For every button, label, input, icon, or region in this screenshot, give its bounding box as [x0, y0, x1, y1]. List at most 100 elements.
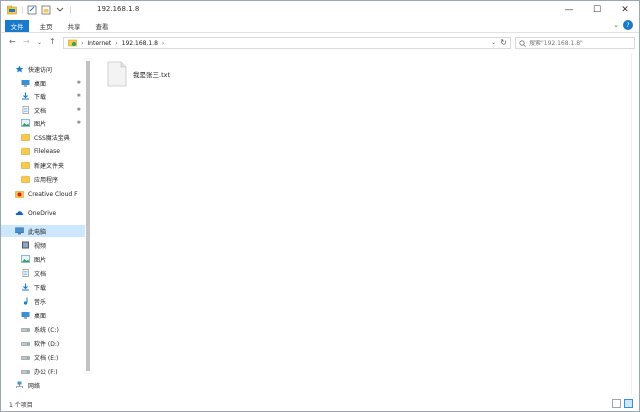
search-input[interactable] — [529, 39, 629, 47]
forward-button[interactable]: → — [23, 37, 30, 46]
sidebar-item-label: 应用程序 — [34, 176, 59, 184]
large-icons-view-button[interactable] — [624, 399, 633, 408]
sidebar-item-label: 快速访问 — [28, 66, 53, 74]
pin-icon: ✱ — [76, 80, 81, 86]
network-icon — [16, 381, 23, 388]
folder-icon — [21, 161, 30, 169]
refresh-icon[interactable]: ↻ — [500, 38, 507, 47]
content-scrollbar[interactable] — [631, 53, 639, 395]
tab-home[interactable]: 主页 — [35, 20, 57, 32]
pin-icon: ✱ — [76, 93, 81, 99]
maximize-button[interactable]: ☐ — [583, 1, 611, 19]
sidebar-item-7[interactable]: 新建文件夹 — [1, 159, 85, 171]
help-button[interactable]: ? — [623, 20, 633, 30]
view-switcher — [609, 399, 633, 408]
navigation-bar: ← → ⌄ ↑ › Internet › 192.168.1.8 › ⌄ ↻ — [1, 34, 639, 52]
onedrive-icon — [15, 211, 24, 215]
download-icon — [22, 283, 29, 291]
search-box[interactable] — [515, 37, 635, 49]
pin-icon: ✱ — [76, 120, 81, 126]
new-folder-icon[interactable] — [41, 5, 51, 15]
document-icon — [22, 106, 29, 114]
sidebar-item-label: 系统 (C:) — [34, 326, 59, 334]
sidebar-item-label: 此电脑 — [28, 228, 47, 236]
tab-file[interactable]: 文件 — [5, 20, 29, 32]
sidebar-scrollbar[interactable] — [85, 59, 91, 377]
sidebar-item-label: 文档 (E:) — [34, 354, 59, 362]
sidebar-item-8[interactable]: 应用程序 — [1, 173, 85, 185]
sidebar-item-14[interactable]: 文档 — [1, 267, 85, 279]
sidebar-item-10[interactable]: OneDrive — [1, 207, 85, 219]
file-name: 我是张三.txt — [133, 71, 171, 79]
sidebar-item-21[interactable]: 办公 (F:) — [1, 365, 85, 377]
sidebar-item-label: 图片 — [34, 256, 47, 264]
sidebar-item-9[interactable]: Creative Cloud F — [1, 188, 85, 200]
sidebar-item-label: OneDrive — [28, 209, 57, 217]
item-count: 1 个项目 — [9, 401, 33, 409]
window-title: 192.168.1.8 — [97, 5, 140, 13]
star-icon — [15, 65, 24, 73]
sidebar-item-13[interactable]: 图片 — [1, 253, 85, 265]
file-item[interactable]: 我是张三.txt — [107, 59, 187, 89]
sidebar-item-label: 音乐 — [34, 298, 47, 306]
breadcrumb-host[interactable]: 192.168.1.8 — [122, 40, 158, 47]
breadcrumb-separator: › — [115, 39, 118, 47]
details-view-button[interactable] — [612, 399, 621, 408]
close-button[interactable]: ✕ — [611, 1, 639, 19]
sidebar-item-label: 下载 — [34, 93, 47, 101]
sidebar-item-15[interactable]: 下载 — [1, 281, 85, 293]
music-icon — [23, 297, 28, 305]
sidebar-item-2[interactable]: 下载 ✱ — [1, 90, 85, 102]
address-bar[interactable]: › Internet › 192.168.1.8 › ⌄ ↻ — [63, 37, 511, 49]
drive-icon — [21, 356, 30, 360]
chevron-down-icon[interactable] — [55, 5, 65, 15]
sidebar-item-20[interactable]: 文档 (E:) — [1, 351, 85, 363]
pictures-icon — [21, 119, 30, 127]
minimize-button[interactable]: — — [555, 1, 583, 19]
sidebar-item-5[interactable]: CSS魔法宝典 — [1, 131, 85, 143]
navigation-pane: 快速访问 桌面 ✱ 下载 ✱ 文档 ✱ 图片 ✱ CSS魔法宝典 Filelease 新建文件夹 应用程… — [1, 53, 91, 395]
folder-icon — [21, 175, 30, 183]
sidebar-item-22[interactable]: 网络 — [1, 379, 85, 391]
back-button[interactable]: ← — [9, 37, 16, 46]
sidebar-item-6[interactable]: Filelease — [1, 145, 85, 157]
sidebar-scroll-thumb[interactable] — [86, 61, 90, 371]
folder-icon — [21, 147, 30, 155]
sidebar-item-19[interactable]: 软件 (D:) — [1, 337, 85, 349]
sidebar-item-11[interactable]: 此电脑 — [1, 225, 85, 237]
expand-ribbon-button[interactable]: ⌄ — [613, 21, 619, 29]
tab-share[interactable]: 共享 — [63, 20, 85, 32]
sidebar-item-label: 新建文件夹 — [34, 162, 65, 170]
text-file-icon — [107, 61, 127, 87]
breadcrumb-separator: › — [161, 39, 165, 47]
sidebar-item-label: 文档 — [34, 270, 47, 278]
sidebar-item-4[interactable]: 图片 ✱ — [1, 117, 85, 129]
network-location-icon — [68, 39, 77, 47]
sidebar-item-label: CSS魔法宝典 — [34, 134, 70, 142]
folder-icon — [21, 133, 30, 141]
folder-app-icon — [7, 5, 17, 14]
search-icon — [519, 39, 526, 47]
pictures-icon — [21, 255, 30, 263]
desktop-icon — [21, 80, 30, 87]
sidebar-item-3[interactable]: 文档 ✱ — [1, 104, 85, 116]
sidebar-item-label: Creative Cloud F — [28, 190, 78, 198]
toolbar-separator: | — [69, 5, 72, 14]
sidebar-item-16[interactable]: 音乐 — [1, 295, 85, 307]
tab-view[interactable]: 查看 — [91, 20, 113, 32]
sidebar-item-label: 视频 — [34, 242, 47, 250]
sidebar-item-17[interactable]: 桌面 — [1, 309, 85, 321]
sidebar-item-12[interactable]: 视频 — [1, 239, 85, 251]
sidebar-item-18[interactable]: 系统 (C:) — [1, 323, 85, 335]
explorer-window: | | 192.168.1.8 — ☐ ✕ 文件 主页 共享 查看 ⌄ ? ← … — [0, 0, 640, 412]
address-dropdown-icon[interactable]: ⌄ — [491, 39, 496, 46]
sidebar-item-0[interactable]: 快速访问 — [1, 63, 85, 75]
video-icon — [22, 241, 29, 249]
up-button[interactable]: ↑ — [49, 37, 56, 46]
recent-locations-button[interactable]: ⌄ — [37, 39, 42, 46]
properties-icon[interactable] — [27, 5, 37, 15]
breadcrumb-internet[interactable]: Internet — [87, 40, 111, 47]
sidebar-item-label: 桌面 — [34, 80, 47, 88]
sidebar-item-label: 办公 (F:) — [34, 368, 58, 376]
sidebar-item-1[interactable]: 桌面 ✱ — [1, 77, 85, 89]
